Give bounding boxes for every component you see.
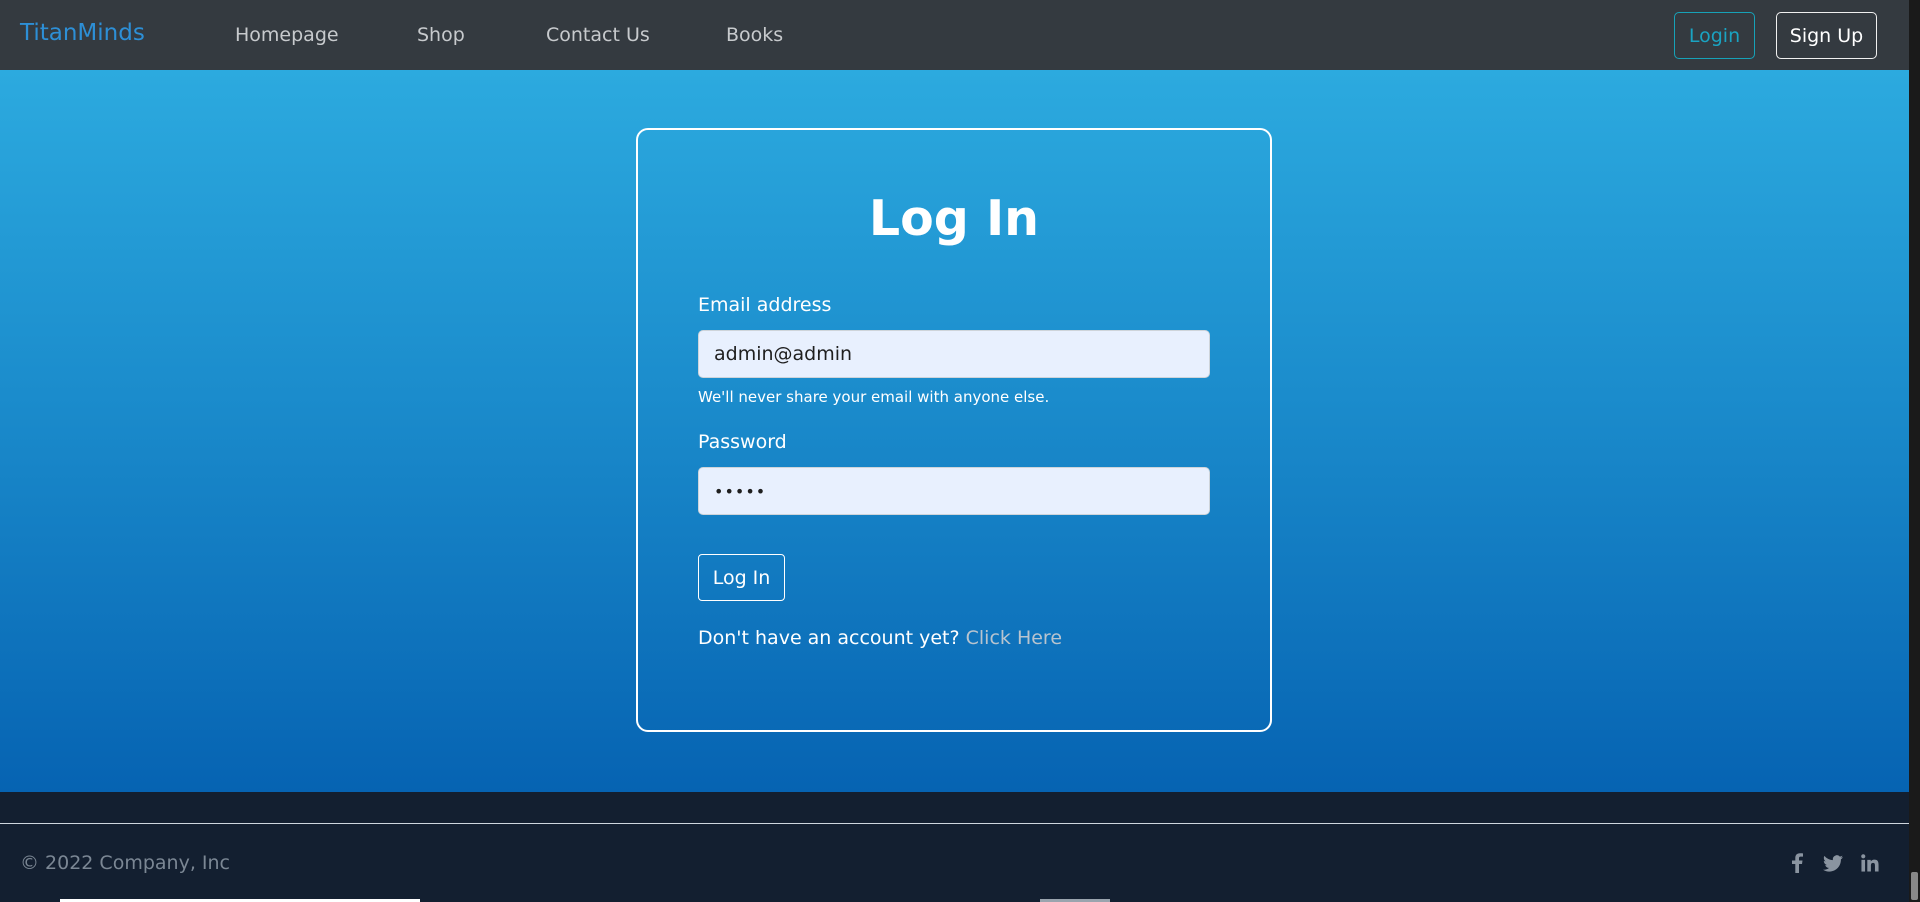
password-label: Password [698, 431, 787, 453]
nav-link-homepage[interactable]: Homepage [235, 24, 339, 46]
signup-prompt: Don't have an account yet? Click Here [698, 627, 1062, 649]
navbar: TitanMinds Homepage Shop Contact Us Book… [0, 0, 1909, 70]
page: TitanMinds Homepage Shop Contact Us Book… [0, 0, 1920, 902]
email-help-text: We'll never share your email with anyone… [698, 388, 1050, 406]
brand-link[interactable]: TitanMinds [20, 20, 145, 46]
twitter-icon[interactable] [1820, 850, 1846, 876]
login-submit-button[interactable]: Log In [698, 554, 785, 601]
signup-click-here-link[interactable]: Click Here [966, 627, 1062, 649]
email-label: Email address [698, 294, 832, 316]
nav-link-books[interactable]: Books [726, 24, 783, 46]
linkedin-icon[interactable] [1857, 850, 1883, 876]
vertical-scrollbar[interactable] [1909, 0, 1920, 902]
signup-prompt-text: Don't have an account yet? [698, 627, 960, 649]
login-card: Log In Email address admin@admin We'll n… [636, 128, 1272, 732]
nav-link-contact-us[interactable]: Contact Us [546, 24, 650, 46]
nav-login-button[interactable]: Login [1674, 12, 1755, 59]
copyright-text: © 2022 Company, Inc [20, 852, 230, 874]
email-field[interactable]: admin@admin [698, 330, 1210, 378]
nav-signup-button[interactable]: Sign Up [1776, 12, 1877, 59]
hero-section: Log In Email address admin@admin We'll n… [0, 70, 1909, 792]
login-title: Log In [868, 190, 1040, 247]
footer: © 2022 Company, Inc [0, 792, 1909, 902]
password-field[interactable]: ••••• [698, 467, 1210, 515]
scrollbar-thumb[interactable] [1911, 872, 1918, 900]
facebook-icon[interactable] [1784, 850, 1810, 876]
nav-link-shop[interactable]: Shop [417, 24, 465, 46]
footer-divider [0, 823, 1909, 824]
